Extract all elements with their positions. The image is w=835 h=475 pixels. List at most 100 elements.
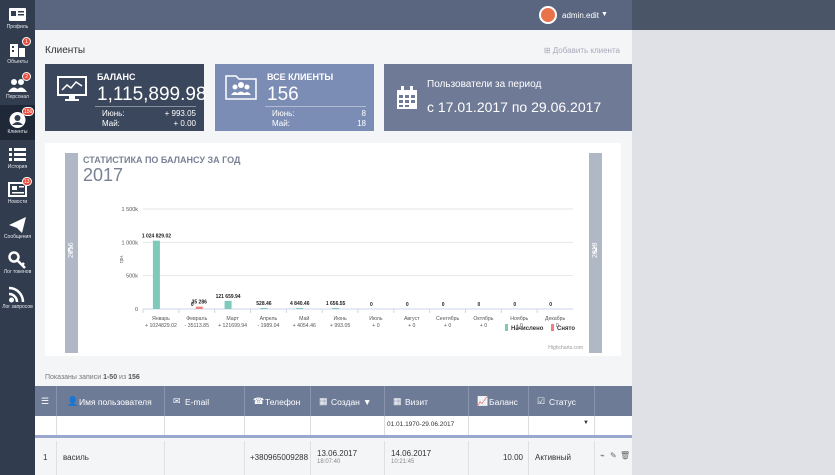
user-phone: +380965009288: [250, 453, 309, 462]
x-sum-label: + 0: [372, 323, 379, 329]
data-label: 0: [442, 302, 445, 308]
balance-june-label: Июнь:: [102, 109, 125, 118]
records-total: 156: [128, 374, 140, 381]
column-header[interactable]: ▦ Создан ▼: [311, 386, 385, 416]
envelope-icon: ✉: [173, 396, 181, 406]
list-icon: [9, 148, 26, 161]
user-icon: 👤: [67, 396, 79, 406]
calendar-icon: [397, 86, 417, 109]
sidebar-item-8[interactable]: Лог токенов: [0, 245, 35, 280]
filter-field[interactable]: [165, 416, 245, 435]
filter-field[interactable]: [311, 416, 385, 435]
table-cell: [311, 441, 385, 475]
sidebar-item-5[interactable]: История: [0, 140, 35, 175]
sidebar-badge: 1: [22, 37, 31, 46]
add-client-label: Добавить клиента: [552, 46, 620, 55]
x-sum-label: - 1989.04: [257, 323, 279, 329]
column-header[interactable]: ✉ E-mail: [165, 386, 245, 416]
period-card[interactable]: Пользователи за период с 17.01.2017 по 2…: [384, 64, 632, 131]
sidebar-item-9[interactable]: Лог запросов: [0, 280, 35, 315]
list-icon: ☰: [41, 396, 50, 406]
avatar: [539, 6, 557, 24]
table-header-menu[interactable]: ☰: [35, 386, 57, 416]
table-row[interactable]: 1 василь +380965009288 13.06.2017 18:07:40 14…: [35, 441, 632, 475]
legend-item[interactable]: Начислено: [511, 326, 544, 332]
column-header-label: E-mail: [185, 397, 210, 407]
sidebar-item-2[interactable]: Объекты 1: [0, 35, 35, 70]
filter-field[interactable]: [35, 416, 57, 435]
column-header-label: Статус: [549, 397, 576, 407]
sidebar-badge: 2: [22, 72, 31, 81]
created-time: 18:07:40: [317, 459, 341, 465]
clients-june-value: 8: [361, 109, 366, 118]
chevron-down-icon: ▼: [601, 11, 608, 18]
bar: [260, 308, 268, 309]
balance-may-label: Май:: [102, 119, 120, 128]
edit-icon[interactable]: ✎: [610, 451, 617, 460]
data-label: 35 286: [192, 300, 208, 306]
chart-credit: Highcharts.com: [548, 345, 583, 351]
column-header[interactable]: 📈 Баланс: [469, 386, 529, 416]
clients-value: 156: [267, 84, 299, 105]
sidebar-item-7[interactable]: Сообщения: [0, 210, 35, 245]
x-tick-label: Май: [299, 315, 309, 322]
sidebar-item-label: Профиль: [6, 24, 29, 30]
data-label: 0: [513, 302, 516, 308]
user-status: Активный: [535, 453, 571, 462]
filter-field[interactable]: ▼: [529, 416, 595, 435]
sidebar-item-label: История: [7, 164, 28, 170]
profile-icon: [9, 8, 26, 21]
sidebar-item-label: Персонал: [6, 94, 29, 100]
column-header[interactable]: ▦ Визит: [385, 386, 469, 416]
clients-may-label: Май:: [272, 119, 290, 128]
phone-icon: ☎: [253, 396, 265, 406]
user-name: admin.edit: [562, 11, 599, 20]
sidebar-item-1[interactable]: Профиль: [0, 0, 35, 35]
top-bar-right: [632, 0, 835, 30]
x-tick-label: Октябрь: [473, 316, 493, 322]
filter-field[interactable]: [245, 416, 311, 435]
column-header[interactable]: ☎ Телефон: [245, 386, 311, 416]
x-sum-label: + 0: [480, 323, 487, 329]
right-panel: [632, 30, 835, 475]
legend-item[interactable]: Снято: [557, 326, 575, 332]
filter-row: 01.01.1970-29.06.2017 ▼: [35, 416, 632, 438]
sidebar-badge: 156: [22, 107, 35, 116]
column-header[interactable]: ☑ Статус: [529, 386, 595, 416]
x-tick-label: Декабрь: [545, 316, 566, 322]
bar: [332, 308, 340, 309]
chart-panel: 2016 ‹ 2018 › СТАТИСТИКА ПО БАЛАНСУ ЗА Г…: [45, 143, 621, 356]
data-label: 121 659.94: [216, 294, 241, 300]
records-info: Показаны записи 1-50 из 156: [45, 374, 140, 381]
table-cell: [165, 441, 245, 475]
filter-field[interactable]: [57, 416, 165, 435]
x-tick-label: Март: [226, 316, 239, 322]
legend-swatch: [551, 324, 554, 331]
x-sum-label: + 121699.94: [218, 323, 247, 329]
bar: [224, 300, 232, 309]
filter-field[interactable]: [469, 416, 529, 435]
sidebar-item-6[interactable]: Новости 13: [0, 175, 35, 210]
calendar-icon: ▦: [393, 396, 402, 406]
x-tick-label: Ноябрь: [510, 316, 528, 322]
plus-square-icon: ⊞: [543, 46, 551, 55]
add-client-button[interactable]: ⊞ Добавить клиента: [544, 46, 620, 55]
sidebar-item-4[interactable]: Клиенты 156: [0, 105, 35, 140]
divider: [95, 106, 196, 107]
folder-users-icon: [225, 75, 257, 100]
balance-june-value: + 993.05: [164, 109, 196, 118]
sidebar-item-label: Клиенты: [7, 129, 28, 135]
paperclip-icon[interactable]: ⌁: [600, 451, 605, 460]
data-label: 528.46: [256, 301, 272, 307]
x-tick-label: Сентябрь: [436, 316, 460, 322]
sidebar-item-label: Лог токенов: [3, 269, 32, 275]
chevron-down-icon: ▼: [583, 420, 589, 426]
sidebar-item-3[interactable]: Персонал 2: [0, 70, 35, 105]
balance-may-value: + 0.00: [173, 119, 196, 128]
table-cell: [385, 441, 469, 475]
column-header-label: Создан: [331, 397, 360, 407]
filter-field[interactable]: 01.01.1970-29.06.2017: [385, 416, 469, 435]
x-tick-label: Июль: [369, 316, 383, 322]
trash-icon[interactable]: 🗑: [620, 451, 630, 460]
column-header[interactable]: 👤 Имя пользователя: [57, 386, 165, 416]
